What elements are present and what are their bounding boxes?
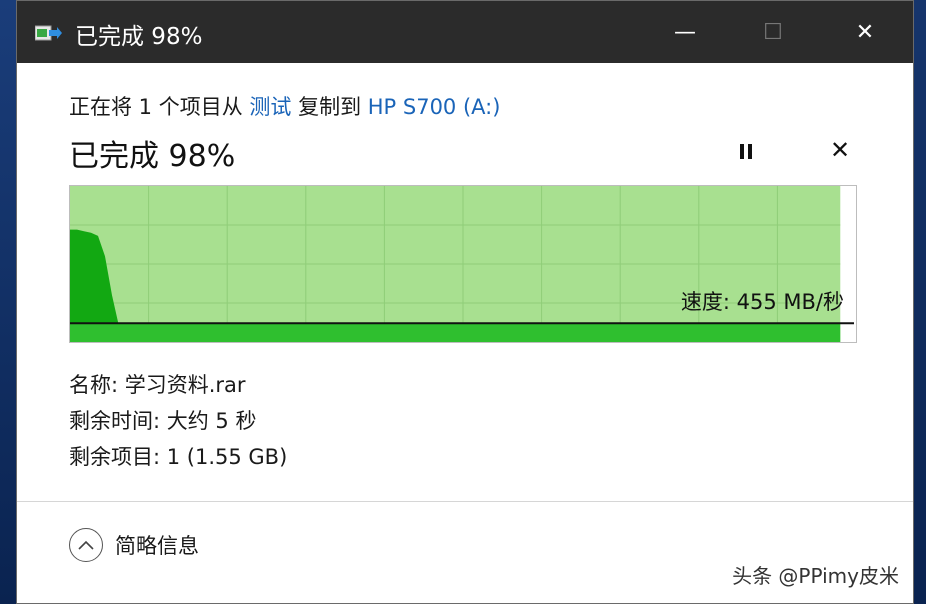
- destination-drive-link[interactable]: HP S700 (A:): [368, 95, 501, 119]
- file-name: 名称: 学习资料.rar: [69, 373, 246, 397]
- fewer-details-toggle[interactable]: 简略信息: [69, 528, 199, 562]
- current-speed-band: [70, 323, 841, 342]
- window-title: 已完成 98%: [75, 24, 203, 50]
- fewer-details-label: 简略信息: [115, 534, 199, 558]
- file-copy-dialog: 已完成 98% — ☐ ✕ 正在将 1 个项目从 测试 复制到 HP S700 …: [16, 0, 914, 604]
- minimize-icon: —: [674, 19, 696, 45]
- pause-button[interactable]: [733, 137, 759, 165]
- stop-icon: ✕: [829, 136, 851, 164]
- source-folder-link[interactable]: 测试: [249, 95, 291, 119]
- close-button[interactable]: ✕: [835, 1, 895, 63]
- speed-label: 速度: 455 MB/秒: [680, 290, 844, 314]
- copy-progress-icon: [35, 25, 62, 41]
- title-bar[interactable]: 已完成 98% — ☐ ✕: [17, 1, 913, 63]
- copy-prefix: 正在将 1 个项目从: [69, 95, 250, 119]
- time-remaining: 剩余时间: 大约 5 秒: [69, 409, 257, 433]
- footer-divider: [17, 501, 913, 502]
- close-icon: ✕: [855, 19, 875, 45]
- cancel-copy-button[interactable]: ✕: [825, 135, 855, 165]
- speed-graph-canvas: [70, 186, 854, 342]
- watermark-text: 头条 @PPimy皮米: [732, 564, 899, 588]
- desktop-background-left: [0, 0, 16, 604]
- minimize-button[interactable]: —: [655, 1, 715, 63]
- maximize-button[interactable]: ☐: [743, 1, 803, 63]
- copy-description: 正在将 1 个项目从 测试 复制到 HP S700 (A:): [69, 91, 500, 121]
- maximize-icon: ☐: [763, 19, 783, 45]
- desktop-background-right: [914, 0, 926, 604]
- copy-middle: 复制到: [291, 95, 368, 119]
- progress-status: 已完成 98%: [69, 139, 236, 174]
- items-remaining: 剩余项目: 1 (1.55 GB): [69, 445, 288, 469]
- chevron-up-icon: [69, 528, 103, 562]
- speed-graph: 速度: 455 MB/秒: [69, 185, 857, 343]
- pause-icon: [740, 144, 752, 159]
